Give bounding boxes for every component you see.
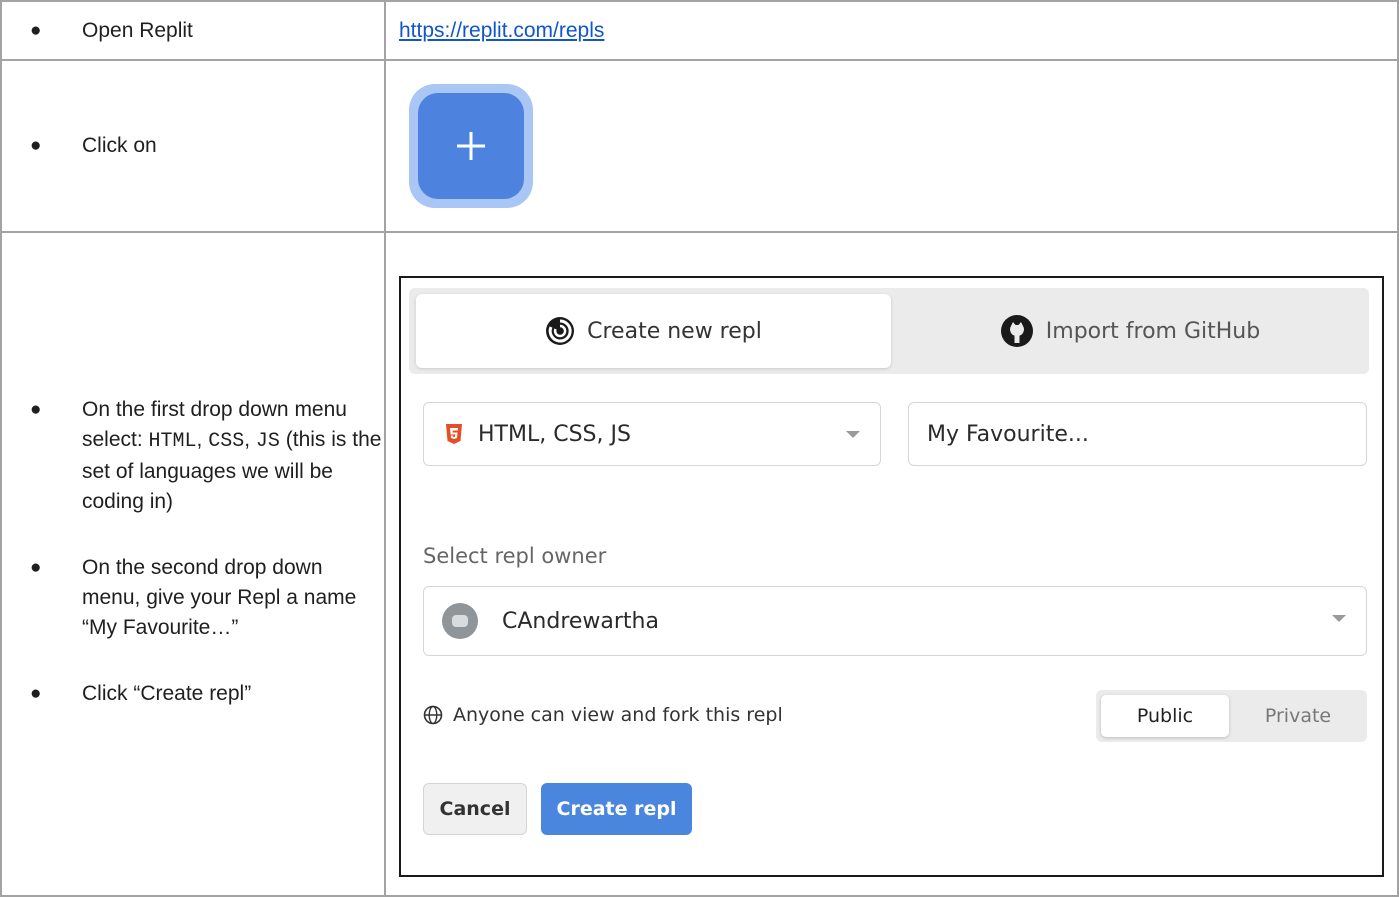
- instruction-text: Open Replit: [82, 18, 193, 42]
- list-item: ● Click on: [2, 131, 384, 161]
- visibility-info: Anyone can view and fork this repl: [423, 704, 783, 726]
- owner-select[interactable]: CAndrewartha: [423, 586, 1367, 656]
- bullet-icon: ●: [30, 557, 42, 578]
- tab-label: Import from GitHub: [1045, 318, 1261, 344]
- repl-name-value: My Favourite...: [927, 421, 1089, 447]
- table-row: ● Open Replit https://replit.com/repls: [0, 0, 1399, 61]
- plus-icon: [457, 132, 485, 160]
- list-item: ● On the first drop down menu select: HT…: [2, 395, 384, 517]
- visibility-text: Anyone can view and fork this repl: [453, 704, 783, 726]
- tab-import-from-github[interactable]: Import from GitHub: [897, 294, 1363, 368]
- instruction-text: On the first drop down menu select: HTML…: [82, 398, 382, 513]
- tab-create-new-repl[interactable]: Create new repl: [416, 294, 891, 368]
- bullet-icon: ●: [30, 399, 42, 420]
- repl-name-input[interactable]: My Favourite...: [908, 402, 1367, 466]
- owner-value: CAndrewartha: [502, 608, 659, 634]
- bullet-icon: ●: [30, 683, 42, 704]
- avatar: [442, 603, 478, 639]
- create-repl-dialog: Create new repl Import from GitHub HTML,…: [399, 276, 1384, 877]
- plus-button-halo: [409, 84, 533, 208]
- instruction-text: Click “Create repl”: [82, 682, 252, 705]
- tab-label: Create new repl: [587, 318, 762, 344]
- chevron-down-icon: [1332, 615, 1346, 622]
- right-cell: [384, 59, 1399, 233]
- html5-icon: [446, 424, 462, 444]
- list-item: ● Click “Create repl”: [2, 679, 384, 709]
- instruction-text: On the second drop down menu, give your …: [82, 556, 357, 639]
- public-option[interactable]: Public: [1101, 695, 1229, 737]
- visibility-toggle: Public Private: [1096, 690, 1367, 742]
- code-html: HTML: [148, 430, 197, 453]
- bullet-list: ● On the first drop down menu select: HT…: [2, 383, 384, 709]
- instruction-text: Click on: [82, 134, 157, 157]
- left-cell: ● Open Replit: [0, 0, 386, 61]
- chevron-down-icon: [846, 431, 860, 438]
- right-cell: https://replit.com/repls: [384, 0, 1399, 61]
- bullet-icon: ●: [30, 19, 42, 41]
- private-option[interactable]: Private: [1233, 695, 1363, 737]
- list-item: ● Open Replit: [2, 16, 384, 46]
- list-item: ● On the second drop down menu, give you…: [2, 553, 384, 643]
- bullet-icon: ●: [30, 135, 42, 156]
- code-css: CSS: [208, 430, 245, 453]
- replit-link[interactable]: https://replit.com/repls: [386, 19, 604, 42]
- owner-label: Select repl owner: [423, 544, 607, 568]
- github-icon: [1000, 315, 1033, 347]
- replit-swirl-icon: [546, 317, 575, 345]
- create-repl-button[interactable]: Create repl: [541, 783, 692, 835]
- table-row: ● Click on: [0, 59, 1399, 233]
- language-select[interactable]: HTML, CSS, JS: [423, 402, 881, 466]
- globe-icon: [423, 705, 443, 725]
- left-cell: ● On the first drop down menu select: HT…: [0, 231, 386, 897]
- code-js: JS: [255, 430, 280, 453]
- cancel-button[interactable]: Cancel: [423, 783, 527, 835]
- language-value: HTML, CSS, JS: [478, 421, 631, 447]
- create-repl-plus-button[interactable]: [418, 93, 524, 199]
- left-cell: ● Click on: [0, 59, 386, 233]
- tab-bar: Create new repl Import from GitHub: [409, 288, 1369, 374]
